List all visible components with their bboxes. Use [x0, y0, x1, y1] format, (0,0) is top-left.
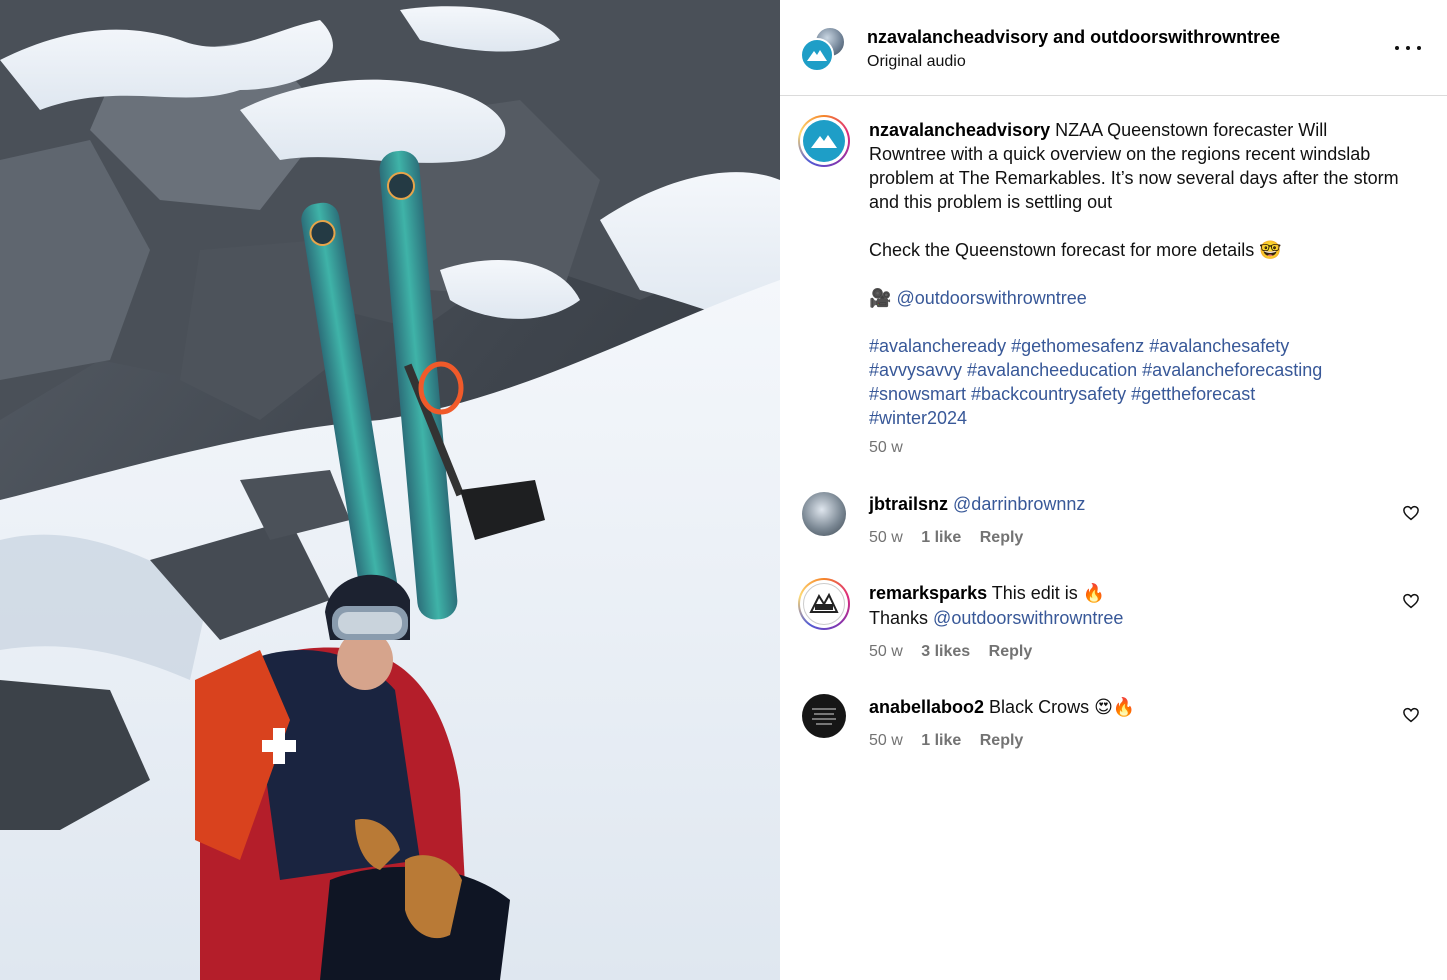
- owner-avatar[interactable]: [800, 38, 834, 72]
- avatar-ring-inner: [800, 117, 848, 165]
- comment-meta: 50 w 1 like Reply: [869, 529, 1023, 547]
- mountain-icon: [807, 50, 827, 61]
- comment-body: This edit is 🔥: [991, 583, 1106, 603]
- post-media[interactable]: [0, 0, 780, 980]
- avatar-image: [803, 583, 845, 625]
- comment-body: Black Crows 😍🔥: [989, 697, 1136, 717]
- comment-likes[interactable]: 3 likes: [921, 643, 970, 660]
- hashtags-line[interactable]: #snowsmart #backcountrysafety #getthefor…: [869, 382, 1399, 406]
- hashtags-line[interactable]: #avvysavvy #avalancheeducation #avalanch…: [869, 358, 1399, 382]
- commenter-avatar[interactable]: [798, 578, 850, 630]
- comment-reply-button[interactable]: Reply: [980, 732, 1024, 749]
- comment-text: jbtrailsnz @darrinbrownnz: [869, 492, 1349, 517]
- post-side-panel: nzavalancheadvisory and outdoorswithrown…: [780, 0, 1447, 980]
- like-heart-icon[interactable]: [1402, 504, 1420, 522]
- caption-username[interactable]: nzavalancheadvisory: [869, 120, 1050, 140]
- hashtags-line[interactable]: #avalancheready #gethomesafenz #avalanch…: [869, 334, 1399, 358]
- comment-text: remarksparks This edit is 🔥 Thanks @outd…: [869, 581, 1349, 631]
- comment-time[interactable]: 50 w: [869, 529, 903, 546]
- avatar-image: [803, 120, 845, 162]
- comment-reply-button[interactable]: Reply: [989, 643, 1033, 660]
- commenter-avatar[interactable]: [802, 694, 846, 738]
- caption-para-1: nzavalancheadvisory NZAA Queenstown fore…: [869, 118, 1399, 214]
- like-heart-icon[interactable]: [1402, 706, 1420, 724]
- comment-meta: 50 w 1 like Reply: [869, 732, 1023, 750]
- caption-para-3: 🎥 @outdoorswithrowntree: [869, 286, 1399, 310]
- text-avatar-icon: [812, 708, 836, 725]
- owner-username[interactable]: nzavalancheadvisory: [867, 27, 1048, 47]
- camera-emoji-icon: 🎥: [869, 288, 892, 308]
- comment-line-2: Thanks @outdoorswithrowntree: [869, 606, 1349, 631]
- dot: [1395, 46, 1399, 50]
- comment-mention[interactable]: @outdoorswithrowntree: [933, 608, 1123, 628]
- comment-line-1: remarksparks This edit is 🔥: [869, 581, 1349, 606]
- dot: [1417, 46, 1421, 50]
- caption-para-2: Check the Queenstown forecast for more d…: [869, 240, 1282, 260]
- like-heart-icon[interactable]: [1402, 592, 1420, 610]
- comment-username[interactable]: jbtrailsnz: [869, 494, 948, 514]
- comment-body: Thanks: [869, 608, 929, 628]
- mountain-icon: [811, 135, 837, 148]
- comment-reply-button[interactable]: Reply: [980, 529, 1024, 546]
- comment-username[interactable]: remarksparks: [869, 583, 987, 603]
- caption-text: nzavalancheadvisory NZAA Queenstown fore…: [869, 118, 1399, 430]
- comment-mention[interactable]: @darrinbrownnz: [953, 494, 1085, 514]
- post-header: nzavalancheadvisory and outdoorswithrown…: [780, 0, 1447, 96]
- remarks-parks-logo-icon: [809, 592, 839, 613]
- comment-time[interactable]: 50 w: [869, 732, 903, 749]
- video-frame: [0, 0, 780, 980]
- post-owners: nzavalancheadvisory and outdoorswithrown…: [867, 27, 1280, 48]
- comment-time[interactable]: 50 w: [869, 643, 903, 660]
- owner-avatars[interactable]: [800, 26, 848, 72]
- more-options-icon[interactable]: [1395, 36, 1421, 60]
- dot: [1406, 46, 1410, 50]
- comment-likes[interactable]: 1 like: [921, 529, 961, 546]
- comment-text: anabellaboo2 Black Crows 😍🔥: [869, 695, 1349, 720]
- caption-timestamp[interactable]: 50 w: [869, 439, 903, 457]
- comment-meta: 50 w 3 likes Reply: [869, 643, 1032, 661]
- hashtags-line[interactable]: #winter2024: [869, 406, 1399, 430]
- collaborator-username[interactable]: outdoorswithrowntree: [1090, 27, 1280, 47]
- caption-hashtags: #avalancheready #gethomesafenz #avalanch…: [869, 334, 1399, 430]
- avatar-ring-inner: [800, 580, 848, 628]
- comment-username[interactable]: anabellaboo2: [869, 697, 984, 717]
- owners-joiner: and: [1053, 27, 1086, 47]
- comment-likes[interactable]: 1 like: [921, 732, 961, 749]
- caption-mention[interactable]: @outdoorswithrowntree: [896, 288, 1086, 308]
- caption-avatar[interactable]: [798, 115, 850, 167]
- commenter-avatar[interactable]: [802, 492, 846, 536]
- audio-label[interactable]: Original audio: [867, 53, 966, 71]
